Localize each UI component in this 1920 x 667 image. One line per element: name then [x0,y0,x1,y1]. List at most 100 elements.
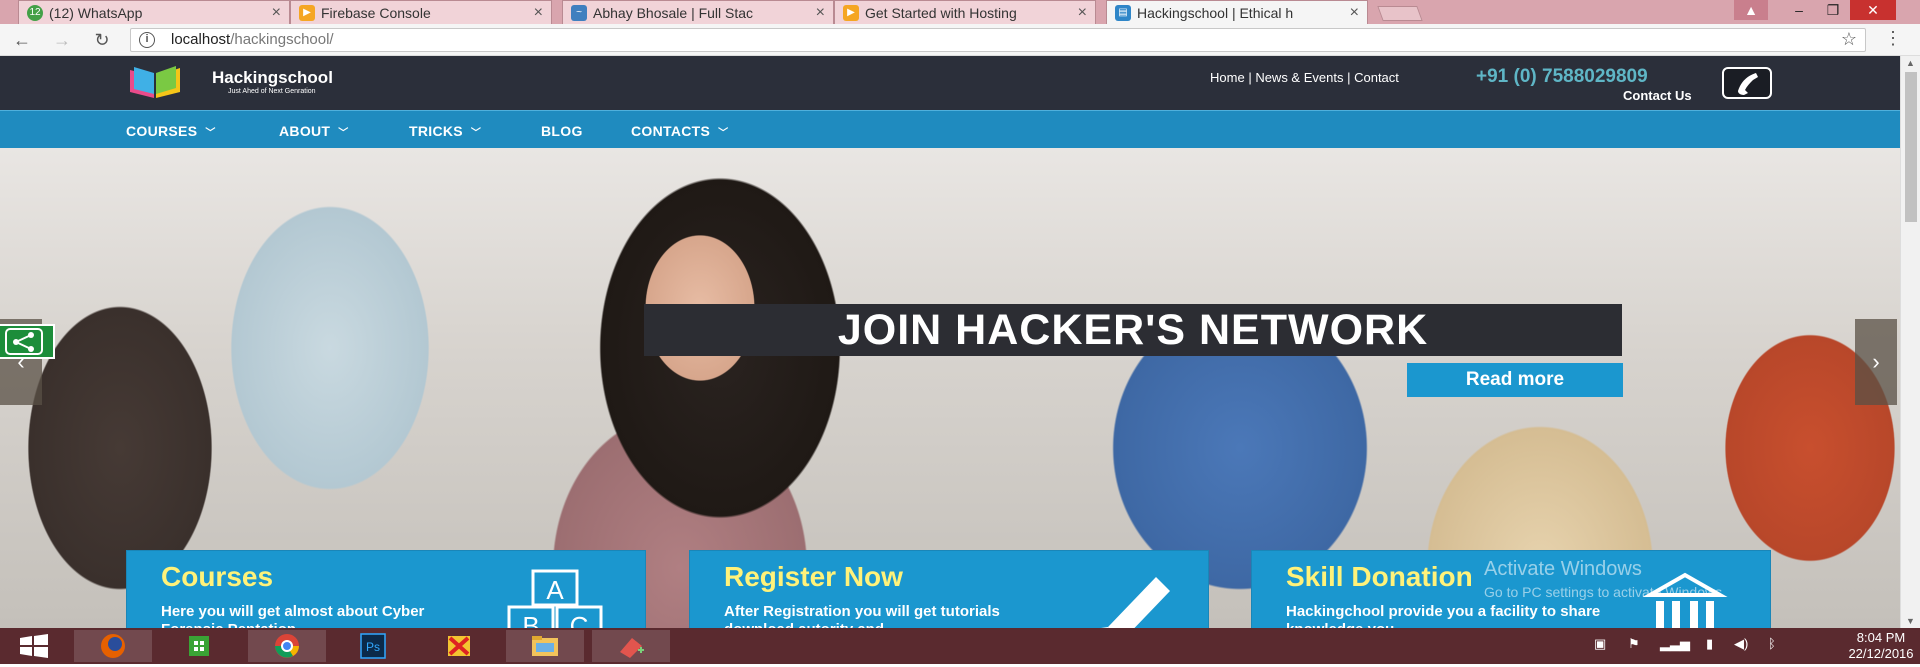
firebase-icon: ▶ [843,5,859,21]
bluetooth-icon[interactable]: ᛒ [1768,636,1776,651]
close-tab-icon[interactable]: × [1078,1,1087,24]
battery-icon[interactable]: ▮ [1706,636,1713,652]
website-viewport: Hackingschool Just Ahed of Next Genratio… [0,56,1900,628]
windows-taskbar: Ps ▣ ⚑ ▂▃▅ ▮ ◀) ᛒ 8:04 PM 22/12/2016 [0,628,1920,664]
top-link-contact[interactable]: Contact [1354,70,1399,85]
scrollbar-thumb[interactable] [1905,72,1917,222]
nav-blog[interactable]: BLOG [541,123,583,139]
address-bar: ← → ↻ i localhost/hackingschool/ ☆ ⋮ [0,24,1920,56]
svg-text:B: B [522,611,539,628]
svg-text:C: C [570,611,589,628]
scroll-down-icon[interactable]: ▼ [1906,616,1915,626]
reload-icon[interactable]: ↻ [90,28,114,52]
activate-windows-watermark: Activate Windows [1484,558,1642,580]
app-icon[interactable] [420,630,498,662]
nav-about[interactable]: ABOUT ﹀ [279,123,349,139]
site-brand[interactable]: Hackingschool [212,68,333,88]
clock-date: 22/12/2016 [1848,646,1914,661]
page-scrollbar[interactable]: ▲ ▼ [1900,56,1920,628]
chevron-down-icon: ﹀ [338,128,349,139]
firebase-icon: ▶ [299,5,315,21]
file-explorer-icon[interactable] [506,630,584,662]
windows-start-icon[interactable] [0,630,70,662]
abc-blocks-icon: A B C [507,569,603,628]
chrome-icon[interactable] [248,630,326,662]
chevron-down-icon: ﹀ [205,128,216,139]
new-tab-button[interactable] [1377,6,1423,21]
nav-label: TRICKS [409,123,463,139]
tab-firebase[interactable]: ▶ Firebase Console × [290,0,552,24]
hero-title: JOIN HACKER'S NETWORK [644,304,1622,356]
feature-register[interactable]: Register Now After Registration you will… [689,550,1209,628]
nav-label: ABOUT [279,123,331,139]
url-input[interactable]: i localhost/hackingschool/ ☆ [130,28,1866,52]
tab-title: (12) WhatsApp [49,5,143,21]
read-more-button[interactable]: Read more [1407,363,1623,397]
network-icon[interactable]: ▂▃▅ [1660,636,1690,652]
flag-icon[interactable]: ⚑ [1628,636,1640,652]
close-tab-icon[interactable]: × [816,1,825,24]
site-top-bar: Hackingschool Just Ahed of Next Genratio… [0,56,1900,110]
svg-text:Ps: Ps [366,640,380,654]
firefox-icon[interactable] [74,630,152,662]
maximize-button[interactable]: ❐ [1816,0,1850,20]
logo-book-icon [130,66,180,98]
tab-title: Abhay Bhosale | Full Stac [593,5,754,21]
minimize-button[interactable]: – [1782,0,1816,20]
tab-abhay[interactable]: ~ Abhay Bhosale | Full Stac × [562,0,834,24]
nav-courses[interactable]: COURSES ﹀ [126,123,216,139]
feature-text: Here you will get almost about Cyber For… [161,603,425,628]
nav-tricks[interactable]: TRICKS ﹀ [409,123,481,139]
tab-title: Get Started with Hosting [865,5,1017,21]
nav-label: CONTACTS [631,123,711,139]
top-links: Home | News & Events | Contact [1210,70,1399,85]
activate-windows-subtext: Go to PC settings to activate Windows. [1484,584,1726,600]
browser-menu-icon[interactable]: ⋮ [1884,28,1902,49]
phone-number: +91 (0) 7588029809 [1476,66,1648,87]
chevron-down-icon: ﹀ [470,128,482,139]
chevron-down-icon: ﹀ [718,128,729,139]
chart-icon: ~ [571,5,587,21]
tray-app-icon[interactable]: ▣ [1594,636,1606,652]
top-link-news-events[interactable]: News & Events [1255,70,1343,85]
taskbar-clock[interactable]: 8:04 PM 22/12/2016 [1846,630,1916,662]
feature-title: Register Now [724,561,903,592]
store-icon[interactable] [160,630,238,662]
close-tab-icon[interactable]: × [272,1,281,24]
phone-icon[interactable] [1722,67,1772,99]
tab-hackingschool[interactable]: ▤ Hackingschool | Ethical h × [1106,0,1368,24]
share-icon[interactable] [0,324,55,359]
nav-label: BLOG [541,123,583,139]
bookmark-star-icon[interactable]: ☆ [1841,29,1857,50]
svg-text:A: A [546,575,564,605]
browser-tab-strip: 12 (12) WhatsApp × ▶ Firebase Console × … [0,0,1920,24]
url-path: /hackingschool/ [230,31,334,48]
book-icon: ▤ [1115,5,1131,21]
url-host: localhost [171,31,231,48]
scroll-up-icon[interactable]: ▲ [1906,58,1915,68]
tab-hosting[interactable]: ▶ Get Started with Hosting × [834,0,1096,24]
url-text: localhost/hackingschool/ [171,31,334,48]
close-tab-icon[interactable]: × [1350,1,1359,24]
tab-whatsapp[interactable]: 12 (12) WhatsApp × [18,0,290,24]
contact-us-label[interactable]: Contact Us [1623,88,1692,103]
back-arrow-icon[interactable]: ← [10,28,34,52]
photoshop-icon[interactable]: Ps [334,630,412,662]
clock-time: 8:04 PM [1856,630,1906,645]
slider-next-button[interactable]: › [1855,319,1897,405]
nav-label: COURSES [126,123,198,139]
info-icon[interactable]: i [139,32,155,48]
feature-title: Courses [161,561,274,592]
feature-courses[interactable]: Courses Here you will get almost about C… [126,550,646,628]
forward-arrow-icon[interactable]: → [50,28,74,52]
app-icon-2[interactable] [592,630,670,662]
close-window-button[interactable]: ✕ [1850,0,1896,20]
top-link-home[interactable]: Home [1210,70,1245,85]
user-profile-icon[interactable]: ▲ [1734,0,1768,20]
volume-icon[interactable]: ◀) [1734,636,1748,652]
main-navigation: COURSES ﹀ ABOUT ﹀ TRICKS ﹀ BLOG CONTACTS ﹀ [0,110,1900,148]
highlighter-icon [1101,577,1170,628]
close-tab-icon[interactable]: × [534,1,543,24]
nav-contacts[interactable]: CONTACTS ﹀ [631,123,728,139]
tab-title: Firebase Console [321,5,431,21]
